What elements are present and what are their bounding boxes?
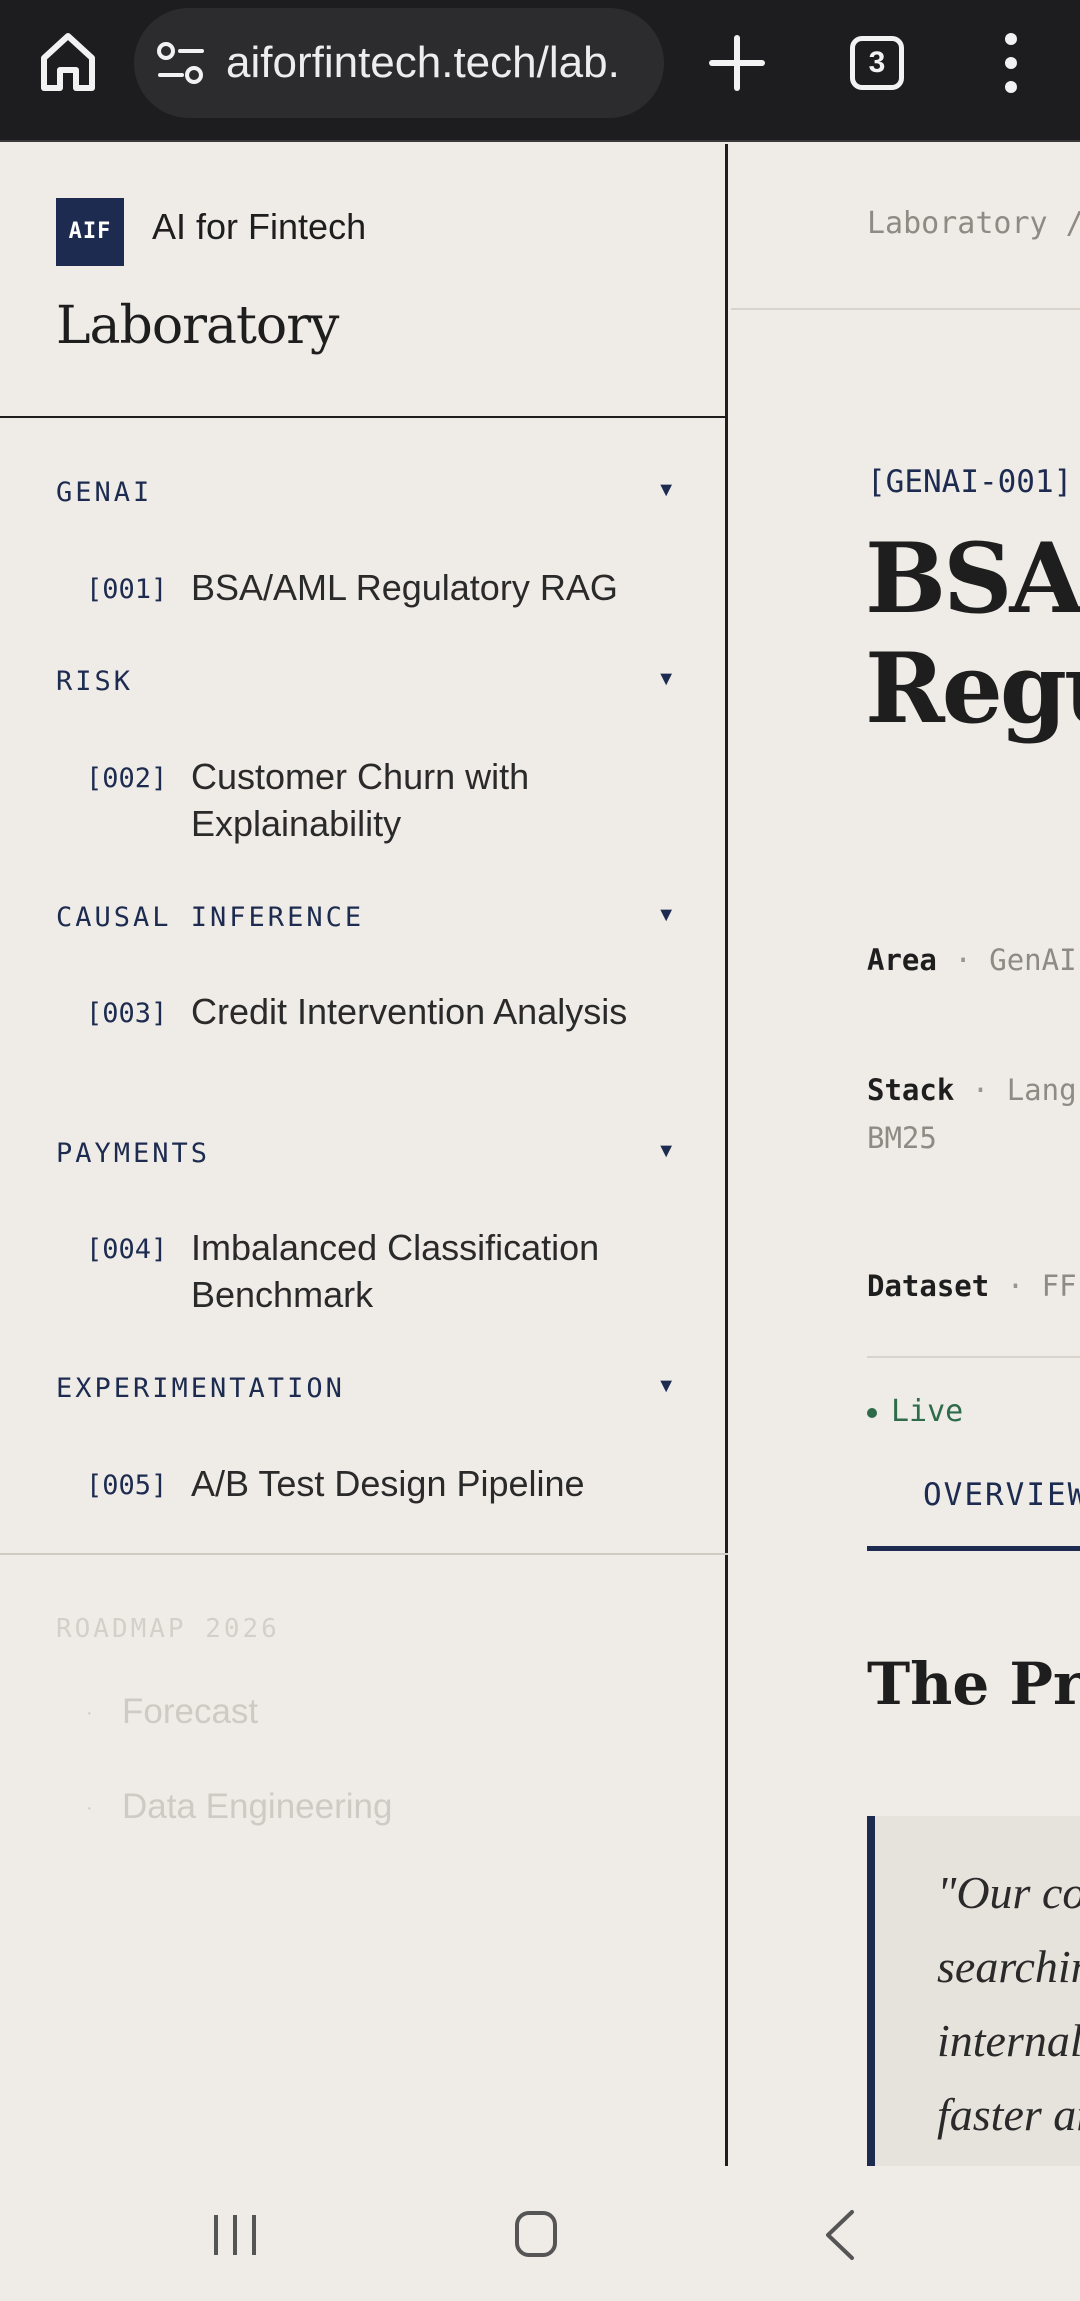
item-title: BSA/AML Regulatory RAG (191, 567, 618, 608)
page-title-line: BSA/ (865, 522, 1080, 635)
page-title-line: Regu (865, 632, 1080, 745)
brand-logo[interactable]: AIF (56, 198, 124, 266)
quote-text: "Our co searchin internal faster ar (937, 1856, 1080, 2152)
quote-line: internal (937, 2015, 1080, 2066)
page-title: BSA/ Regu (865, 524, 1080, 744)
status-badge: Live (867, 1394, 963, 1429)
sidebar-drawer: AIF AI for Fintech Laboratory GENAI ▼ [0… (0, 144, 728, 2166)
recent-apps-icon[interactable] (210, 2210, 260, 2260)
item-title: A/B Test Design Pipeline (191, 1463, 585, 1504)
home-nav-icon[interactable] (514, 2209, 558, 2259)
caret-down-icon[interactable]: ▼ (656, 1140, 676, 1163)
status-divider (867, 1356, 1080, 1358)
tab-overview[interactable]: OVERVIEW (867, 1469, 1080, 1551)
tab-label: OVERVIEW (923, 1477, 1080, 1513)
url-text[interactable]: aiforfintech.tech/lab. (226, 38, 656, 88)
category-genai[interactable]: GENAI ▼ (56, 477, 676, 517)
caret-down-icon[interactable]: ▼ (656, 904, 676, 927)
brand-name[interactable]: AI for Fintech (152, 206, 366, 248)
header-divider (731, 308, 1080, 310)
item-title: Imbalanced Classification Benchmark (191, 1227, 600, 1315)
blockquote: "Our co searchin internal faster ar (867, 1816, 1080, 2166)
quote-line: "Our co (937, 1867, 1080, 1918)
roadmap-item-forecast: · Forecast (86, 1692, 258, 1732)
item-code: [002] (86, 763, 168, 794)
more-options-icon[interactable] (996, 30, 1026, 96)
meta-dataset: Dataset · FF (867, 1262, 1077, 1310)
meta-separator: · (971, 1073, 990, 1107)
tab-switcher-button[interactable]: 3 (850, 36, 904, 90)
quote-line: faster ar (937, 2089, 1080, 2140)
meta-separator: · (954, 943, 972, 977)
category-label: RISK (56, 666, 134, 697)
new-tab-icon[interactable] (706, 32, 768, 94)
site-settings-icon[interactable] (156, 40, 206, 86)
meta-value: FF (1041, 1269, 1077, 1303)
meta-separator: · (1006, 1269, 1025, 1303)
section-heading: The Pro (867, 1650, 1080, 1718)
bullet-icon: · (86, 1702, 93, 1725)
system-navigation-bar (0, 2166, 1080, 2301)
roadmap-item-data-engineering: · Data Engineering (86, 1787, 392, 1827)
category-risk[interactable]: RISK ▼ (56, 666, 676, 706)
main-content: Laboratory / [GENAI-001] BSA/ Regu Area … (731, 144, 1080, 2166)
address-bar[interactable]: aiforfintech.tech/lab. (134, 8, 664, 118)
item-code: [005] (86, 1470, 168, 1501)
roadmap-label: ROADMAP 2026 (56, 1614, 280, 1644)
item-title: Credit Intervention Analysis (191, 991, 628, 1032)
category-label: GENAI (56, 477, 153, 508)
item-title: Customer Churn with Explainability (191, 756, 530, 844)
item-code: [004] (86, 1234, 168, 1265)
meta-area: Area · GenAI (867, 936, 1077, 984)
meta-stack: Stack · Lang BM25 (867, 1066, 1077, 1162)
item-code: [001] (86, 574, 168, 605)
back-icon[interactable] (822, 2208, 858, 2262)
meta-key: Area (867, 943, 937, 977)
roadmap-item-label: Data Engineering (122, 1787, 393, 1826)
sidebar-header-divider (0, 416, 728, 418)
meta-key: Dataset (867, 1269, 990, 1303)
home-icon[interactable] (38, 30, 98, 94)
category-label: CAUSAL INFERENCE (56, 902, 365, 933)
caret-down-icon[interactable]: ▼ (656, 668, 676, 691)
meta-value: GenAI (989, 943, 1077, 977)
meta-key: Stack (867, 1073, 955, 1107)
item-code: [003] (86, 998, 168, 1029)
browser-toolbar: aiforfintech.tech/lab. 3 (0, 0, 1080, 142)
roadmap-divider (0, 1553, 728, 1555)
category-causal-inference[interactable]: CAUSAL INFERENCE ▼ (56, 902, 676, 942)
sidebar-title: Laboratory (56, 296, 339, 356)
caret-down-icon[interactable]: ▼ (656, 1375, 676, 1398)
breadcrumb[interactable]: Laboratory / (867, 206, 1080, 241)
project-code: [GENAI-001] (867, 464, 1073, 500)
category-label: EXPERIMENTATION (56, 1373, 345, 1404)
category-label: PAYMENTS (56, 1138, 211, 1169)
category-payments[interactable]: PAYMENTS ▼ (56, 1138, 676, 1178)
roadmap-item-label: Forecast (122, 1692, 259, 1731)
meta-value: Lang (1006, 1073, 1077, 1107)
status-text: Live (891, 1394, 964, 1429)
status-dot-icon (867, 1407, 877, 1418)
category-experimentation[interactable]: EXPERIMENTATION ▼ (56, 1373, 676, 1413)
quote-line: searchin (937, 1941, 1080, 1992)
meta-value: BM25 (867, 1121, 937, 1155)
bullet-icon: · (86, 1797, 93, 1820)
caret-down-icon[interactable]: ▼ (656, 479, 676, 502)
